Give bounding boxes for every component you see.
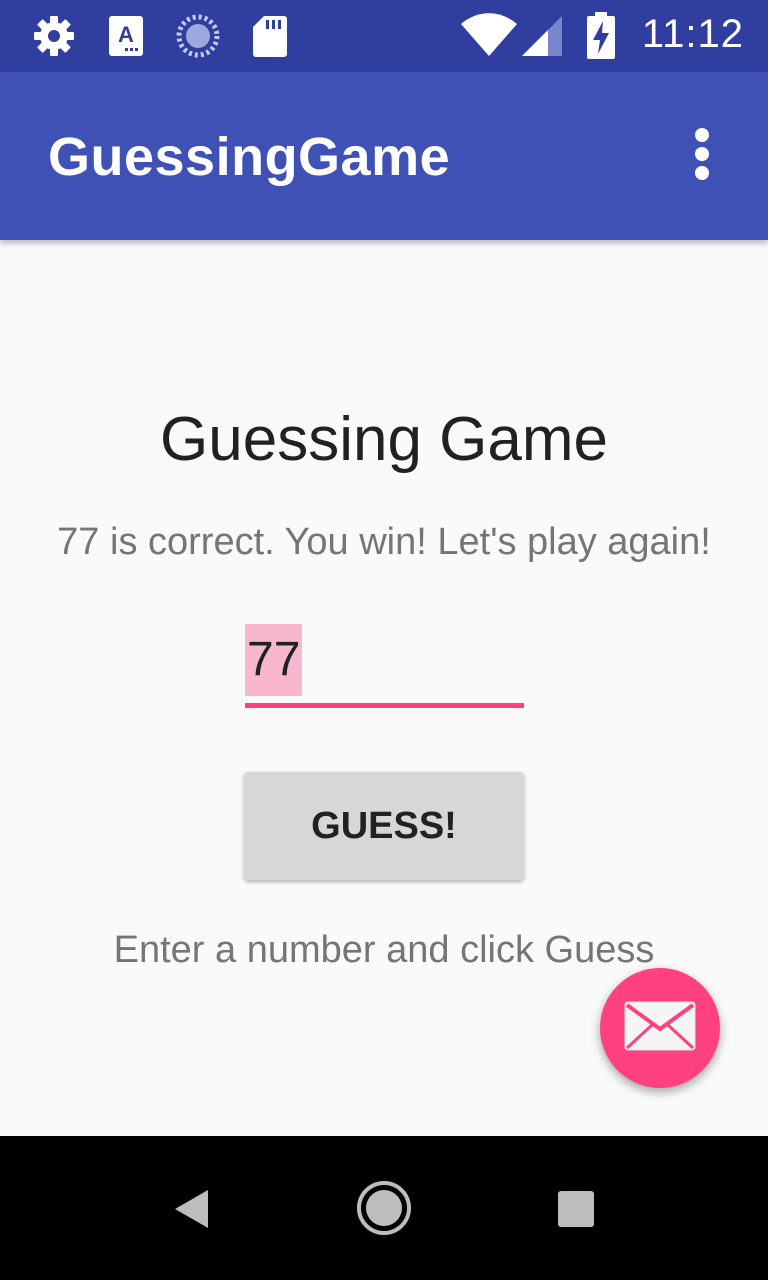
result-message: 77 is correct. You win! Let's play again…	[57, 521, 711, 563]
battery-charging-icon	[586, 12, 616, 65]
home-icon[interactable]	[356, 1180, 412, 1241]
guess-button[interactable]: GUESS!	[244, 772, 524, 880]
navigation-bar	[0, 1136, 768, 1280]
cell-signal-icon	[520, 14, 564, 63]
app-bar: GuessingGame	[0, 72, 768, 240]
back-icon[interactable]	[172, 1188, 212, 1235]
font-accessibility-icon: A	[108, 14, 144, 63]
overflow-menu-icon[interactable]	[684, 128, 720, 184]
guess-input-value[interactable]: 77	[245, 624, 303, 696]
status-time: 11:12	[641, 12, 744, 56]
status-bar: A 11:12	[0, 0, 768, 72]
sd-card-icon	[252, 14, 288, 63]
guess-input[interactable]: 77	[245, 620, 524, 708]
settings-icon	[32, 14, 76, 63]
mail-fab-button[interactable]	[600, 968, 720, 1088]
svg-text:A: A	[118, 22, 134, 47]
hint-text: Enter a number and click Guess	[113, 929, 655, 971]
wifi-icon	[460, 12, 518, 63]
input-underline	[245, 703, 524, 708]
recents-icon[interactable]	[557, 1190, 595, 1233]
mail-icon	[624, 1001, 696, 1056]
app-title: GuessingGame	[48, 127, 451, 187]
sync-progress-icon	[176, 14, 220, 63]
game-title: Guessing Game	[160, 405, 608, 474]
